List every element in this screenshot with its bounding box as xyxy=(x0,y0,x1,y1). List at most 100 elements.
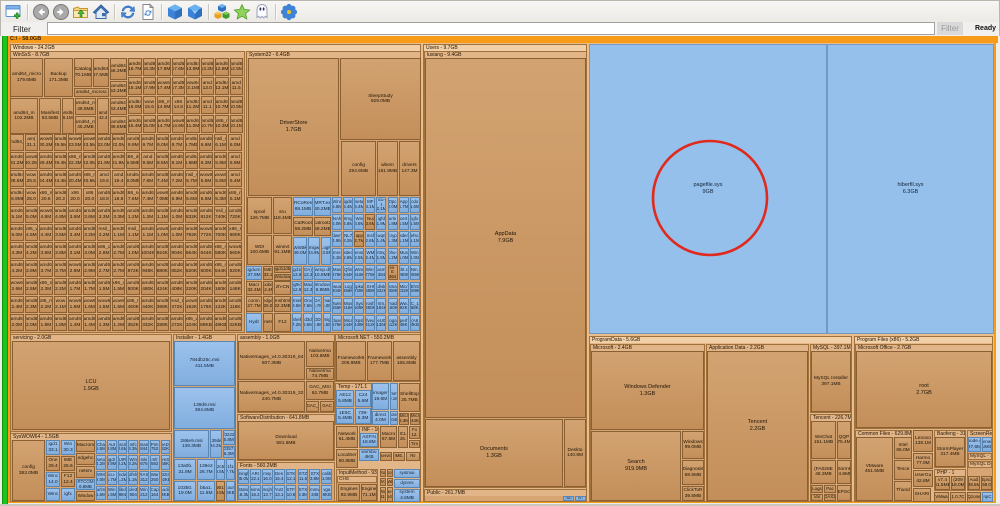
treemap-folder-box[interactable]: amd615.0M xyxy=(143,115,157,133)
treemap-file-box[interactable]: rtm.184K xyxy=(376,298,386,314)
treemap-folder-box[interactable]: x8620.0 xyxy=(68,188,82,205)
treemap-file-box[interactable]: Mus1.0M xyxy=(399,248,409,264)
treemap-folder-box[interactable]: LocalSer60.8MB xyxy=(336,449,358,468)
treemap-folder-box[interactable]: amd11.1 xyxy=(201,96,215,114)
treemap-folder-box[interactable]: amd5.9M xyxy=(228,152,242,169)
treemap-file-box[interactable]: XAudio24KB xyxy=(161,486,171,500)
treemap-file-box[interactable]: DA)13.3 xyxy=(303,266,313,280)
treemap-folder-box[interactable]: amd617.9M xyxy=(143,77,157,95)
treemap-folder-box[interactable]: amd624.4M xyxy=(39,170,53,187)
treemap-file-box[interactable]: Pim752 xyxy=(150,440,160,454)
treemap-folder-box[interactable]: amd68.7M xyxy=(170,134,184,151)
treemap-folder-box[interactable]: wow64.8M xyxy=(39,206,53,223)
treemap-folder-box[interactable]: amd62.0M xyxy=(25,314,39,331)
treemap-file-box[interactable]: Ww.92K xyxy=(399,298,409,314)
treemap-folder-box[interactable]: amd6453.3MB xyxy=(110,81,127,97)
treemap-folder-box[interactable]: Micr8.3M xyxy=(399,413,409,425)
treemap-folder-box[interactable]: amd6644K xyxy=(199,242,213,259)
treemap-file-box[interactable]: man844 xyxy=(139,440,149,454)
treemap-file-box[interactable]: a2c538.5M xyxy=(216,459,225,480)
treemap-folder-box[interactable]: spool126.7MB xyxy=(247,197,272,234)
treemap-folder-box[interactable]: amd61.9M xyxy=(39,314,53,331)
treemap-folder-box[interactable]: amd688KB xyxy=(199,314,213,331)
treemap-file-box[interactable]: 3f3222.r65.8MB xyxy=(223,430,235,445)
treemap-folder-box[interactable]: (FA026E46.3MB xyxy=(811,460,836,484)
treemap-file-box[interactable]: Win212 xyxy=(139,486,149,500)
treemap-folder-box[interactable]: amd65.0M xyxy=(10,224,24,241)
treemap-file-box[interactable]: setu4.2M xyxy=(96,455,106,469)
treemap-folder-box[interactable]: amd6412.1M xyxy=(215,77,229,95)
treemap-folder-box[interactable]: amd617.8M xyxy=(157,58,171,76)
treemap-file-box[interactable]: mar6.0M xyxy=(323,296,331,312)
treemap-folder-box[interactable]: msil_3.2M xyxy=(97,224,111,241)
treemap-folder-box[interactable]: amd648.0MB xyxy=(126,170,140,187)
treemap-folder-box[interactable]: Var xyxy=(811,494,823,501)
treemap-folder-box[interactable]: wow25.5 xyxy=(25,170,39,187)
treemap-folder-box[interactable]: amd6467.6MB xyxy=(93,58,109,87)
treemap-folder-box[interactable]: wow25.0 xyxy=(25,188,39,205)
treemap-file-box[interactable]: C245.6M xyxy=(355,390,371,407)
treemap-folder-box[interactable]: ShellExp25.7MB xyxy=(399,383,420,412)
treemap-folder-box[interactable]: comn27.7M xyxy=(246,296,262,312)
treemap-file-box[interactable]: wmp.dl10.9MB xyxy=(314,266,331,280)
treemap-folder-box[interactable]: amd63.0M xyxy=(83,242,97,259)
treemap-folder-box[interactable]: amd63.5M xyxy=(54,224,68,241)
treemap-folder-box[interactable]: amd6132K xyxy=(214,296,228,313)
treemap-folder-box[interactable]: amd64.3M xyxy=(10,242,24,259)
treemap-folder-box[interactable]: amd68.5M xyxy=(156,152,170,169)
treemap-folder-box[interactable]: v7.461.5MB xyxy=(935,476,950,490)
treemap-file-box[interactable]: bho-1.2M xyxy=(388,248,398,264)
treemap-folder-box[interactable]: amd617.3M xyxy=(172,77,186,95)
treemap-file-box[interactable]: ARI22.1 xyxy=(250,469,261,484)
treemap-file-box[interactable]: 739-5.3M xyxy=(355,408,371,424)
treemap-folder-box[interactable]: amd632KB xyxy=(228,314,242,331)
treemap-folder-box[interactable]: (90153.5M xyxy=(216,481,225,501)
treemap-folder-box[interactable]: amd61.7M xyxy=(83,278,97,295)
treemap-folder-box[interactable]: zh-CN xyxy=(274,281,291,295)
treemap-folder-box[interactable]: Deskto140.8M xyxy=(564,419,586,487)
treemap-file-box[interactable]: pagefile.sys9GB xyxy=(589,44,827,334)
back-icon[interactable] xyxy=(32,3,50,21)
treemap-file-box[interactable]: ensr2.5M xyxy=(354,248,364,264)
treemap-folder-box[interactable]: amd612.8M xyxy=(215,58,229,76)
treemap-folder-box[interactable]: wow62.9M xyxy=(68,260,82,277)
treemap-folder-box[interactable]: wow61.5M xyxy=(97,296,111,313)
treemap-file-box[interactable]: Winc5.5M xyxy=(332,197,342,213)
treemap-folder-box[interactable]: amd629.5M xyxy=(54,134,68,151)
treemap-file-box[interactable]: ig9ic12.9 xyxy=(292,281,302,295)
treemap-folder-box[interactable]: amd648KB xyxy=(214,314,228,331)
treemap-folder-box[interactable]: amd11.5 xyxy=(230,77,244,95)
treemap-folder-box[interactable]: Lenovo138.1M xyxy=(913,430,933,452)
treemap-folder-box[interactable]: amd6600K xyxy=(199,260,213,277)
treemap-file-box[interactable]: duse576K xyxy=(332,315,342,331)
treemap-canvas[interactable]: Windows - 24.2GBWinSxS - 8.7GBamd64_micr… xyxy=(0,36,1000,505)
treemap-folder-box[interactable]: amd617.6M xyxy=(172,58,186,76)
treemap-file-box[interactable]: STK12.1 xyxy=(286,469,297,484)
treemap-file-box[interactable]: disk332K xyxy=(376,282,386,298)
treemap-folder-box[interactable]: Catalog70.1MB xyxy=(74,58,92,87)
treemap-folder-box[interactable]: amd62.7M xyxy=(97,260,111,277)
treemap-folder-box[interactable]: amd6288K xyxy=(156,314,170,331)
treemap-folder-box[interactable]: wow15.6 xyxy=(143,96,157,114)
treemap-folder-box[interactable]: amd631.2M xyxy=(10,152,24,169)
treemap-file-box[interactable]: efsc1.1M xyxy=(410,231,420,247)
treemap-file-box[interactable]: mm9.1M xyxy=(390,383,398,410)
treemap-root-header[interactable]: C:\ - 58.0GB xyxy=(8,36,998,43)
treemap-file-box[interactable]: igfd1.9M xyxy=(376,214,386,230)
treemap-file-box[interactable]: Win3.8M xyxy=(354,214,364,230)
treemap-folder-box[interactable]: amd64_m102.2MB xyxy=(10,98,38,134)
treemap-file-box[interactable]: STZ11.5 xyxy=(298,469,309,484)
treemap-file-box[interactable]: NL73.2M xyxy=(343,231,353,247)
treemap-folder-box[interactable]: Audi38.6M xyxy=(968,476,980,490)
treemap-file-box[interactable]: mdw1.2M xyxy=(118,471,128,485)
treemap-file-box[interactable]: fveu412K xyxy=(365,315,375,331)
treemap-folder-box[interactable]: F1212.4 xyxy=(61,472,75,487)
treemap-folder-box[interactable]: amd63.4M xyxy=(68,224,82,241)
treemap-folder-box[interactable]: 1.0.7C xyxy=(950,492,966,502)
filter-button[interactable]: Filter xyxy=(937,22,963,35)
treemap-folder-box[interactable]: amd61.2M xyxy=(112,314,126,331)
treemap-folder-box[interactable]: amd620.2 xyxy=(54,188,68,205)
treemap-folder-box[interactable]: wow623.5M xyxy=(83,134,97,151)
treemap-folder-box[interactable]: amd6832K xyxy=(185,206,199,223)
treemap-folder-box[interactable]: amd6116K xyxy=(228,296,242,313)
